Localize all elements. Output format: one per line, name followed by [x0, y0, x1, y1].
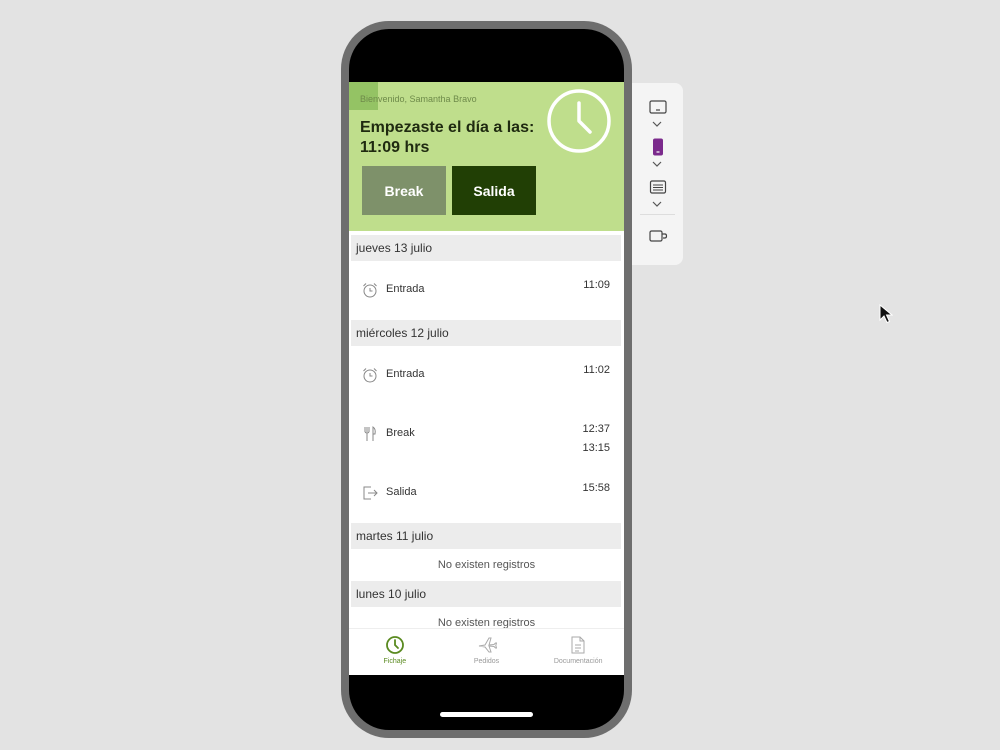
document-icon — [571, 636, 585, 654]
nav-label: Fichaje — [383, 658, 407, 665]
app-screen: Bienvenido, Samantha Bravo Empezaste el … — [349, 82, 624, 675]
day-header: miércoles 12 julio — [351, 320, 621, 346]
day-header: lunes 10 julio — [351, 581, 621, 607]
bottom-nav: Fichaje Pedidos Documentación — [349, 628, 624, 675]
salida-button[interactable]: Salida — [452, 166, 536, 215]
headline-line-1: Empezaste el día a las: — [360, 119, 535, 136]
mouse-cursor-icon — [879, 304, 893, 324]
toolbar-divider — [640, 214, 675, 215]
chevron-down-icon[interactable] — [652, 120, 662, 128]
entry-times: 15:58 — [582, 479, 610, 498]
home-indicator — [440, 712, 533, 717]
start-time-headline: Empezaste el día a las: 11:09 hrs — [360, 118, 534, 158]
tablet-landscape-icon[interactable] — [648, 97, 668, 117]
entry-time: 11:02 — [583, 364, 610, 376]
entry-label: Entrada — [386, 368, 425, 380]
list-item: Entrada 11:02 — [349, 346, 624, 405]
keyboard-icon[interactable] — [648, 177, 668, 197]
nav-pedidos[interactable]: Pedidos — [441, 629, 533, 675]
nav-documentacion[interactable]: Documentación — [532, 629, 624, 675]
entry-times: 12:37 13:15 — [582, 420, 610, 458]
entry-time: 13:15 — [582, 442, 610, 454]
entry-time: 11:09 — [583, 279, 610, 291]
entry-label: Break — [386, 427, 415, 439]
day-header: jueves 13 julio — [351, 235, 621, 261]
clock-icon — [547, 89, 611, 153]
attendance-list[interactable]: jueves 13 julio Entrada 11:09 miércoles … — [349, 231, 624, 628]
fork-knife-icon — [364, 426, 376, 441]
entry-time: 12:37 — [582, 423, 610, 435]
list-item: Entrada 11:09 — [349, 261, 624, 320]
greeting-text: Bienvenido, Samantha Bravo — [360, 94, 477, 104]
header-panel: Bienvenido, Samantha Bravo Empezaste el … — [349, 82, 624, 231]
clock-icon — [385, 636, 404, 654]
entry-times: 11:02 — [583, 361, 610, 380]
entry-time: 15:58 — [582, 482, 610, 494]
entry-label: Salida — [386, 486, 417, 498]
exit-icon — [363, 486, 378, 500]
list-item: Salida 15:58 — [349, 464, 624, 523]
chevron-down-icon[interactable] — [652, 200, 662, 208]
alarm-clock-icon — [363, 368, 377, 383]
nav-label: Documentación — [553, 658, 603, 665]
chevron-down-icon[interactable] — [652, 160, 662, 168]
day-header: martes 11 julio — [351, 523, 621, 549]
airplane-icon — [478, 637, 497, 653]
alarm-clock-icon — [363, 283, 377, 298]
nav-label: Pedidos — [473, 658, 500, 665]
entry-times: 11:09 — [583, 276, 610, 295]
phone-frame: Bienvenido, Samantha Bravo Empezaste el … — [341, 21, 632, 738]
headline-line-2: 11:09 hrs — [360, 139, 430, 156]
list-item: Break 12:37 13:15 — [349, 405, 624, 464]
entry-label: Entrada — [386, 283, 425, 295]
empty-records-text: No existen registros — [437, 559, 536, 571]
break-button[interactable]: Break — [362, 166, 446, 215]
phone-bezel: Bienvenido, Samantha Bravo Empezaste el … — [349, 29, 624, 730]
empty-records-text: No existen registros — [437, 617, 536, 628]
device-toolbar — [632, 83, 683, 265]
rotate-device-icon[interactable] — [648, 226, 668, 246]
nav-fichaje[interactable]: Fichaje — [349, 629, 441, 675]
phone-icon[interactable] — [648, 137, 668, 157]
